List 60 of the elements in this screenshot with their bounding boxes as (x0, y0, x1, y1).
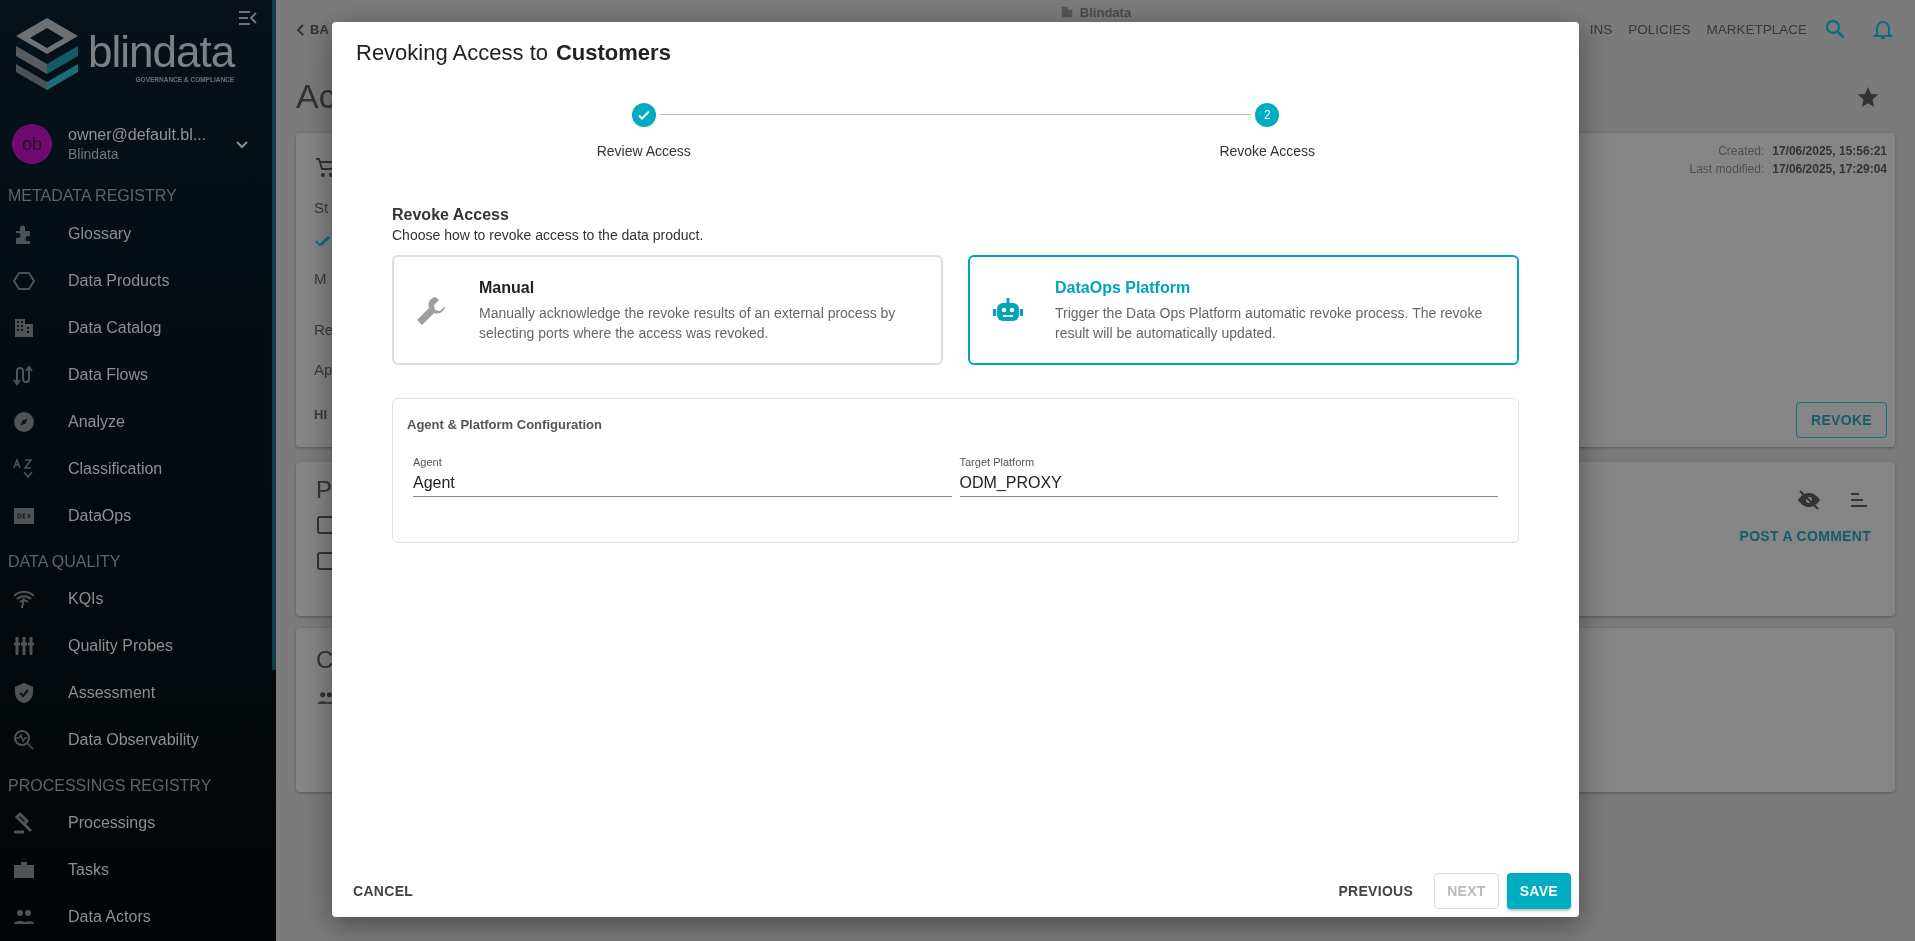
field-label: Ap (314, 360, 334, 380)
option-title: DataOps Platform (1055, 279, 1192, 297)
card-title: C (316, 646, 335, 674)
section-heading: METADATA REGISTRY (7, 186, 178, 207)
nav-item[interactable]: Analyze (0, 398, 272, 446)
option-title: Manual (479, 279, 536, 297)
nav-item[interactable]: Data Observability (0, 716, 272, 764)
section-title: Revoke Access (392, 206, 510, 224)
nav-item[interactable]: Data Catalog (0, 304, 272, 352)
field-label: Re (314, 320, 335, 340)
compass-icon (12, 409, 36, 434)
nav-item[interactable]: Assessment (0, 669, 272, 717)
nav-item[interactable]: Processings (0, 799, 272, 847)
nav-item[interactable]: Glossary (0, 210, 272, 258)
nav-item[interactable]: Tasks (0, 846, 272, 894)
option-card[interactable]: Manual Manually acknowledge the revoke results of an external process by selecting ports where the access was revoked. (392, 255, 943, 365)
nav-item[interactable]: DataOps (0, 492, 272, 540)
az-sort-icon (12, 456, 36, 481)
card-title: P (316, 476, 333, 504)
dialog-title-object: Customers (556, 40, 671, 66)
user-org: Blindata (68, 146, 120, 163)
option-card[interactable]: DataOps Platform Trigger the Data Ops Platform automatic revoke process. The revoke result will be automatically updated. (968, 255, 1519, 365)
nav-item[interactable]: Classification (0, 445, 272, 493)
field-label: St (314, 198, 330, 218)
cube-logo-icon (14, 16, 80, 92)
step-label: Review Access (596, 143, 691, 159)
step-indicator: 2 (1255, 103, 1280, 127)
building-icon (1059, 5, 1074, 19)
meta-value: 17/06/2025, 17:29:04 (1772, 162, 1887, 176)
collapse-menu-icon[interactable] (238, 10, 258, 26)
section-heading: PROCESSINGS REGISTRY (7, 775, 213, 796)
option-description: Manually acknowledge the revoke results of an external process by selecting ports where the access was revoked. (479, 304, 897, 343)
chevron-left-icon (296, 23, 306, 36)
user-menu[interactable]: ob owner@default.bl... Blindata (0, 102, 272, 187)
dialog-button[interactable]: CANCEL (340, 873, 427, 909)
nav-item[interactable]: KQIs (0, 575, 272, 623)
eye-off-icon[interactable] (1797, 488, 1821, 512)
logo-wordmark: blindata (88, 30, 235, 74)
meta-value: 17/06/2025, 15:56:21 (1772, 144, 1887, 158)
field-label: Agent (413, 456, 443, 468)
input-field[interactable]: Agent (413, 474, 952, 497)
nav-item[interactable]: Quality Probes (0, 622, 272, 670)
back-label: BA (310, 22, 329, 37)
option-description: Trigger the Data Ops Platform automatic revoke process. The revoke result will be automatically updated. (1055, 304, 1484, 343)
user-email: owner@default.bl... (68, 126, 208, 145)
dialog-button[interactable]: PREVIOUS (1325, 873, 1427, 909)
nav-item[interactable]: Data Flows (0, 351, 272, 399)
config-title: Agent & Platform Configuration (407, 417, 603, 432)
input-field[interactable]: ODM_PROXY (959, 474, 1498, 497)
scrollbar-thumb[interactable] (272, 0, 276, 670)
dialog-title: Revoking Access to (356, 40, 548, 66)
nav-item[interactable]: Data Products (0, 257, 272, 305)
user-avatar: ob (12, 124, 52, 165)
field-label: M (314, 269, 328, 289)
field-label: Target Platform (959, 456, 1036, 468)
step-label: Revoke Access (1219, 143, 1316, 159)
nav-item[interactable]: Data Actors (0, 893, 272, 941)
section-subtitle: Choose how to revoke access to the data product. (392, 227, 705, 243)
section-heading: DATA QUALITY (7, 551, 122, 572)
shield-check-icon (12, 681, 36, 706)
